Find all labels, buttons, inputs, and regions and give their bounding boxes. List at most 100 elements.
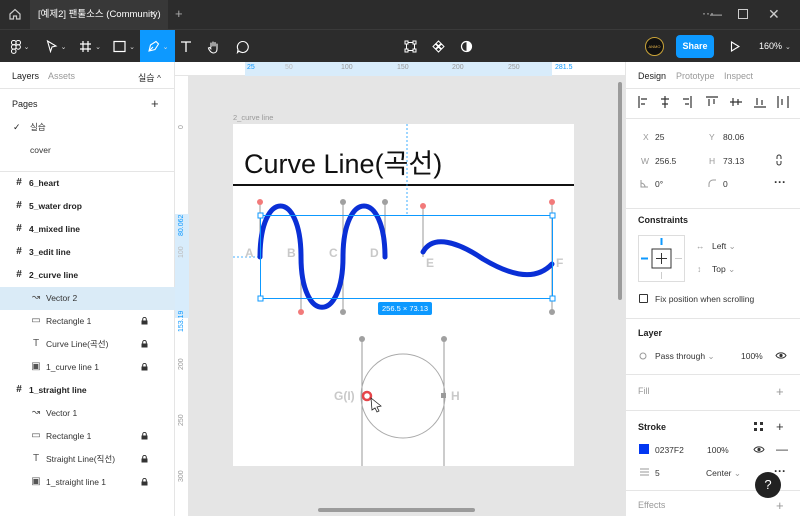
more-options-icon[interactable]: ··· [774,175,786,189]
layer-row[interactable]: ▣ 1_straight line 1 [0,471,175,494]
layer-frame-row[interactable]: #4_mixed line [0,218,175,241]
frame-tool[interactable]: ⌄ [74,30,106,63]
align-top-icon[interactable] [706,96,718,106]
layer-frame-row[interactable]: #1_straight line [0,379,175,402]
rotation-input[interactable]: 0° [655,179,663,189]
eye-icon[interactable] [775,351,787,360]
help-button[interactable]: ? [755,472,781,498]
distribute-icon[interactable] [777,96,789,108]
align-right-icon[interactable] [683,96,692,108]
close-tab-icon[interactable]: × [150,0,156,29]
move-tool[interactable]: ⌄ [40,30,72,63]
blend-mode-select[interactable]: Pass through ⌄ [655,351,715,362]
home-icon[interactable] [8,7,22,21]
horizontal-constraint-select[interactable]: Left ⌄ [712,241,736,252]
stroke-style-icon[interactable] [754,422,763,431]
vertical-constraint-select[interactable]: Top ⌄ [712,264,735,275]
fill-section: Fill + [626,374,800,410]
layers-panel: Layers Assets 실습 ^ Pages + ✓ 실습 cover #6… [0,62,175,516]
tab-layers[interactable]: Layers [12,71,39,81]
lock-icon[interactable] [141,478,148,486]
page-item[interactable]: cover [0,139,175,162]
lock-icon[interactable] [141,455,148,463]
stroke-hex-input[interactable]: 0237F2 [655,445,684,455]
lock-icon[interactable] [141,432,148,440]
width-input[interactable]: 256.5 [655,156,676,166]
layer-row[interactable]: ▭ Rectangle 1 [0,310,175,333]
maximize-button[interactable] [738,9,748,19]
horizontal-scrollbar[interactable] [318,508,475,512]
remove-stroke-icon[interactable]: — [776,442,788,456]
corner-radius-input[interactable]: 0 [723,179,728,189]
share-button[interactable]: Share [676,35,714,58]
height-input[interactable]: 73.13 [723,156,744,166]
page-item[interactable]: ✓ 실습 [0,116,175,139]
curve-path[interactable] [257,203,388,310]
vertical-scrollbar[interactable] [618,82,622,300]
file-tab[interactable]: [예제2] 팬툴소스 (Community) [30,0,168,29]
layer-frame-row[interactable]: #2_curve line [0,264,175,287]
layer-label: Vector 1 [46,408,78,418]
anchor-point[interactable] [441,393,446,398]
frame-2-curve-line[interactable]: Curve Line(곡선) A B C D E F G(I) H [233,124,574,466]
layer-row[interactable]: T Curve Line(곡선) [0,333,175,356]
main-menu-button[interactable]: ⌄ [4,30,36,63]
lock-icon[interactable] [141,363,148,371]
close-window-button[interactable]: ✕ [768,0,780,28]
layer-frame-row[interactable]: #6_heart [0,172,175,195]
layer-row[interactable]: ↝ Vector 1 [0,402,175,425]
active-anchor-point[interactable] [361,390,373,402]
align-bottom-icon[interactable] [754,98,766,108]
ruler-top: 25 50 100 150 200 250 281.5 [175,62,625,76]
x-input[interactable]: 25 [655,132,664,142]
tab-design[interactable]: Design [638,71,666,81]
avatar[interactable]: ANMO [645,37,664,56]
stroke-opacity-input[interactable]: 100% [707,445,729,455]
new-tab-icon[interactable]: + [175,0,183,28]
align-center-vertical-icon[interactable] [730,98,742,106]
fix-position-checkbox[interactable] [639,294,648,303]
layer-frame-row[interactable]: #5_water drop [0,195,175,218]
layer-row[interactable]: ↝ Vector 2 [0,287,175,310]
add-page-icon[interactable]: + [151,97,159,110]
layer-opacity-input[interactable]: 100% [741,351,763,361]
eye-icon[interactable] [753,445,765,454]
pen-tool[interactable]: ⌄ [140,30,175,63]
tab-assets[interactable]: Assets [48,71,75,81]
add-fill-icon[interactable]: + [776,385,784,398]
curve-path[interactable] [420,239,555,278]
layer-frame-row[interactable]: #3_edit line [0,241,175,264]
mask-button[interactable] [456,30,476,63]
layer-row[interactable]: T Straight Line(직선) [0,448,175,471]
text-tool[interactable] [176,30,196,63]
hand-tool[interactable] [203,30,225,63]
stroke-color-swatch[interactable] [639,444,649,454]
add-effect-icon[interactable]: + [776,499,784,512]
layer-row[interactable]: ▣ 1_curve line 1 [0,356,175,379]
align-center-horizontal-icon[interactable] [661,96,669,108]
align-left-icon[interactable] [638,96,647,108]
tab-prototype[interactable]: Prototype [676,71,715,81]
tab-inspect[interactable]: Inspect [724,71,753,81]
stroke-align-select[interactable]: Center ⌄ [706,468,741,479]
constrain-proportions-icon[interactable] [775,154,783,166]
frame-label[interactable]: 2_curve line [233,113,273,122]
page-menu[interactable]: 실습 ^ [138,71,161,84]
zoom-dropdown[interactable]: 160% ⌄ [759,30,791,63]
component-button[interactable] [428,30,448,63]
y-input[interactable]: 80.06 [723,132,744,142]
crop-vector-button[interactable] [400,30,420,63]
constraints-widget[interactable] [638,235,685,282]
lock-icon[interactable] [141,340,148,348]
ruler-left: 0 80.062 100 153.19 200 250 300 [175,76,189,516]
shape-tool[interactable]: ⌄ [108,30,140,63]
layer-row[interactable]: ▭ Rectangle 1 [0,425,175,448]
stroke-weight-input[interactable]: 5 [655,468,660,478]
comment-tool[interactable] [232,30,254,63]
minimize-button[interactable]: — [710,0,722,28]
frame-icon: # [16,177,22,188]
present-button[interactable] [726,30,744,63]
add-stroke-icon[interactable]: + [776,420,784,433]
lock-icon[interactable] [141,317,148,325]
canvas[interactable]: 25 50 100 150 200 250 281.5 0 80.062 100… [175,62,625,516]
